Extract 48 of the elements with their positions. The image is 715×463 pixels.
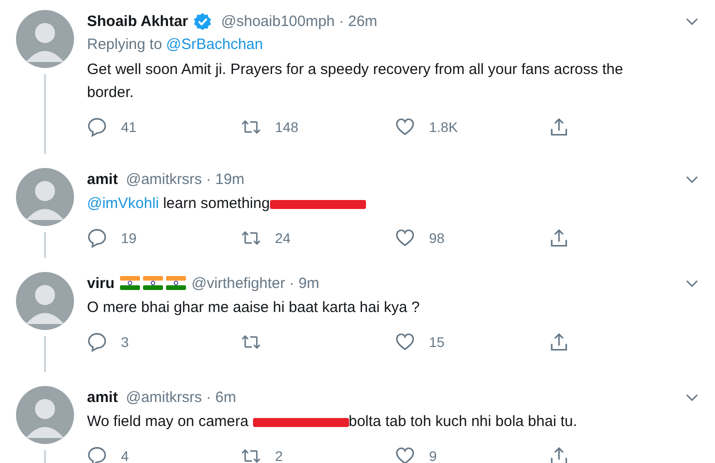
heart-icon[interactable] [395, 228, 415, 248]
user-name[interactable]: Shoaib Akhtar [87, 12, 188, 30]
flag-icon [166, 276, 186, 290]
action-count: 9 [429, 448, 437, 463]
action-count: 1.8K [429, 119, 458, 135]
handle-and-time: @amitkrsrs · 6m [126, 388, 236, 406]
retweet-icon[interactable] [241, 446, 261, 463]
share-icon[interactable] [549, 332, 569, 352]
heart-icon[interactable] [395, 446, 415, 463]
avatar[interactable] [16, 10, 74, 68]
replying-label: Replying to [87, 35, 162, 55]
action-count: 4 [121, 448, 129, 463]
handle-and-time: @amitkrsrs · 19m [126, 170, 244, 188]
flag-icon [142, 276, 163, 290]
heart-icon[interactable] [395, 117, 415, 137]
action-count: 15 [429, 334, 445, 350]
user-name[interactable]: amit [87, 388, 118, 406]
action-count: 98 [429, 230, 445, 246]
reply-icon[interactable] [87, 446, 107, 463]
action-count: 41 [121, 119, 137, 135]
handle-and-time: @shoaib100mph · 26m [221, 12, 378, 30]
reply-icon[interactable] [87, 332, 107, 352]
flag-icon [120, 276, 140, 290]
action-count: 148 [275, 119, 298, 135]
chevron-down-icon[interactable] [685, 16, 699, 26]
reply-icon[interactable] [87, 117, 107, 137]
tweet-text: @imVkohli learn something [87, 192, 662, 215]
tweet-text: Get well soon Amit ji. Prayers for a speedy recovery from all your fans across the border. [87, 60, 624, 103]
share-icon[interactable] [549, 228, 569, 248]
action-count: 24 [275, 230, 291, 246]
share-icon[interactable] [549, 446, 569, 463]
chevron-down-icon[interactable] [685, 174, 699, 184]
heart-icon[interactable] [395, 332, 415, 352]
user-name[interactable]: viru [87, 274, 115, 292]
reply-icon[interactable] [87, 228, 107, 248]
action-count: 19 [121, 230, 137, 246]
handle-and-time: @virthefighter · 9m [192, 274, 320, 292]
tweet-text: Wo field may on camera bolta tab toh kuch nhi bola bhai tu. [87, 412, 578, 432]
avatar[interactable] [16, 168, 74, 226]
share-icon[interactable] [549, 117, 569, 137]
action-count: 3 [121, 334, 129, 350]
chevron-down-icon[interactable] [685, 278, 699, 288]
avatar[interactable] [16, 272, 74, 330]
avatar[interactable] [16, 386, 74, 444]
chevron-down-icon[interactable] [685, 392, 699, 402]
user-name[interactable]: amit [87, 170, 118, 188]
tweet-text: O mere bhai ghar me aaise hi baat karta hai kya ? [87, 298, 421, 318]
action-count: 2 [275, 448, 283, 463]
